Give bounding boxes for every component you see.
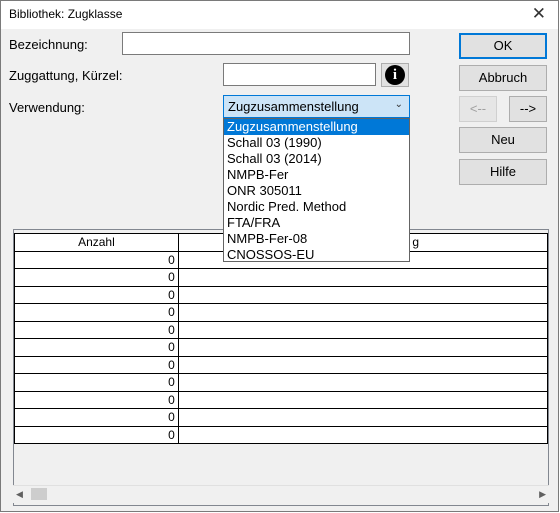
dropdown-option[interactable]: Nordic Pred. Method <box>224 199 409 215</box>
table-row[interactable]: 0 <box>14 285 548 304</box>
neu-button[interactable]: Neu <box>459 127 547 153</box>
window-title: Bibliothek: Zugklasse <box>9 7 123 21</box>
bezeichnung-label: Bezeichnung: <box>9 37 88 52</box>
next-button[interactable]: --> <box>509 96 547 122</box>
data-grid[interactable]: Anzahl g 00000000000 <box>13 229 549 506</box>
kuerzel-input[interactable] <box>223 63 376 86</box>
dropdown-option[interactable]: NMPB-Fer <box>224 167 409 183</box>
table-row[interactable]: 0 <box>14 425 548 444</box>
table-row[interactable]: 0 <box>14 355 548 374</box>
value-cell[interactable] <box>177 425 548 444</box>
table-row[interactable]: 0 <box>14 320 548 339</box>
close-icon[interactable]: ✕ <box>532 4 546 24</box>
scroll-thumb[interactable] <box>31 488 47 500</box>
abbruch-button[interactable]: Abbruch <box>459 65 547 91</box>
table-row[interactable]: 0 <box>14 390 548 409</box>
arrow-right-icon[interactable]: ▶ <box>539 489 546 500</box>
verwendung-label: Verwendung: <box>9 100 85 115</box>
chevron-down-icon: ⌄ <box>394 99 403 110</box>
hilfe-button[interactable]: Hilfe <box>459 159 547 185</box>
anzahl-cell[interactable]: 0 <box>14 408 179 427</box>
ok-button[interactable]: OK <box>459 33 547 59</box>
dialog-window: Bibliothek: Zugklasse ✕ Bezeichnung: Zug… <box>0 0 559 512</box>
table-row[interactable]: 0 <box>14 268 548 287</box>
verwendung-dropdown-list: Zugzusammenstellung Schall 03 (1990) Schal… <box>223 118 410 262</box>
value-cell[interactable] <box>177 373 548 392</box>
verwendung-select[interactable]: Zugzusammenstellung ⌄ <box>223 95 410 118</box>
anzahl-cell[interactable]: 0 <box>14 250 179 269</box>
anzahl-cell[interactable]: 0 <box>14 320 179 339</box>
column-header-anzahl[interactable]: Anzahl <box>14 233 179 252</box>
table-row[interactable]: 0 <box>14 303 548 322</box>
anzahl-cell[interactable]: 0 <box>14 425 179 444</box>
kuerzel-label: Zuggattung, Kürzel: <box>9 68 123 83</box>
info-icon: i <box>385 65 405 85</box>
anzahl-cell[interactable]: 0 <box>14 390 179 409</box>
value-cell[interactable] <box>177 338 548 357</box>
value-cell[interactable] <box>177 285 548 304</box>
arrow-left-icon[interactable]: ◀ <box>16 489 23 500</box>
anzahl-cell[interactable]: 0 <box>14 338 179 357</box>
table-row[interactable]: 0 <box>14 338 548 357</box>
anzahl-cell[interactable]: 0 <box>14 373 179 392</box>
prev-button[interactable]: <-- <box>459 96 497 122</box>
anzahl-cell[interactable]: 0 <box>14 285 179 304</box>
info-button[interactable]: i <box>381 63 409 87</box>
table-row[interactable]: 0 <box>14 373 548 392</box>
value-cell[interactable] <box>177 390 548 409</box>
value-cell[interactable] <box>177 355 548 374</box>
dropdown-option[interactable]: NMPB-Fer-08 <box>224 231 409 247</box>
value-cell[interactable] <box>177 320 548 339</box>
title-bar: Bibliothek: Zugklasse ✕ <box>1 1 558 29</box>
data-table: Anzahl g 00000000000 <box>14 233 548 444</box>
dropdown-option[interactable]: CNOSSOS-EU <box>224 247 409 263</box>
anzahl-cell[interactable]: 0 <box>14 268 179 287</box>
value-cell[interactable] <box>177 408 548 427</box>
dropdown-option[interactable]: FTA/FRA <box>224 215 409 231</box>
value-cell[interactable] <box>177 303 548 322</box>
dropdown-option[interactable]: Zugzusammenstellung <box>224 119 409 135</box>
dropdown-option[interactable]: Schall 03 (1990) <box>224 135 409 151</box>
horizontal-scrollbar[interactable]: ◀ ▶ <box>13 485 549 503</box>
dropdown-option[interactable]: ONR 305011 <box>224 183 409 199</box>
dropdown-option[interactable]: Schall 03 (2014) <box>224 151 409 167</box>
bezeichnung-input[interactable] <box>122 32 410 55</box>
anzahl-cell[interactable]: 0 <box>14 303 179 322</box>
table-row[interactable]: 0 <box>14 408 548 427</box>
anzahl-cell[interactable]: 0 <box>14 355 179 374</box>
verwendung-select-value: Zugzusammenstellung <box>228 99 359 114</box>
value-cell[interactable] <box>177 268 548 287</box>
